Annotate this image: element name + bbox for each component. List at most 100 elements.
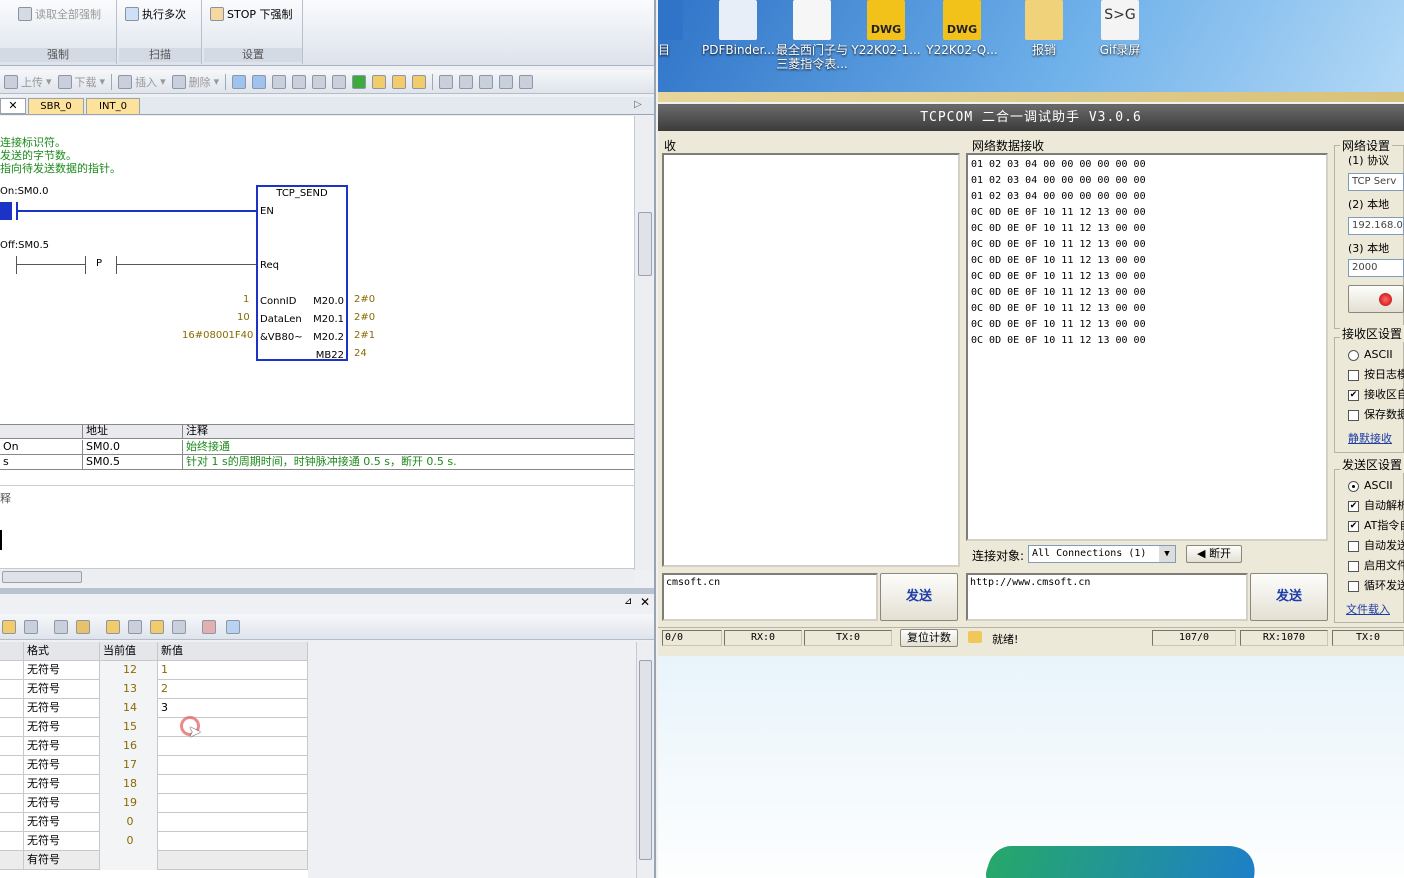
selected-contact[interactable] [0, 202, 12, 220]
chart-run-icon[interactable] [2, 620, 16, 634]
lock-icon[interactable] [372, 74, 387, 89]
reset-count-button[interactable]: 复位计数 [900, 629, 958, 647]
send-button[interactable]: 发送 [1250, 573, 1328, 621]
start-button[interactable] [1348, 285, 1404, 313]
tab-int0[interactable]: INT_0 [86, 98, 140, 114]
silent-recv-link[interactable]: 静默接收 [1348, 430, 1392, 446]
redo-icon[interactable] [312, 74, 327, 89]
symbol-address[interactable]: SM0.0 [82, 440, 182, 455]
format-cell[interactable]: 无符号 [24, 699, 100, 718]
read-force-icon[interactable] [172, 620, 186, 634]
symbol-address[interactable]: SM0.5 [82, 455, 182, 470]
new-value-cell[interactable] [158, 775, 308, 794]
scroll-thumb[interactable] [639, 660, 652, 860]
checkbox[interactable] [1348, 369, 1359, 381]
stop-force-button[interactable]: STOP 下强制 [210, 6, 293, 22]
connection-select[interactable]: All Connections (1) ▼ [1028, 545, 1176, 563]
recv-left-area[interactable] [662, 153, 960, 567]
editor-horizontal-scrollbar[interactable] [0, 568, 634, 584]
format-cell[interactable]: 有符号 [24, 851, 100, 870]
send-option[interactable]: 启用文件 [1348, 556, 1404, 576]
force-add-icon[interactable] [150, 620, 164, 634]
line-up-icon[interactable] [479, 74, 494, 89]
desktop-icon[interactable]: DWG Y22K02-1... [850, 0, 922, 57]
recv-option[interactable]: ✔ 接收区自 [1348, 385, 1404, 405]
checkbox[interactable] [1348, 560, 1359, 572]
desktop-icon[interactable]: 目 [658, 0, 700, 57]
pin-icon[interactable]: ⊿ [624, 596, 632, 607]
chart-vertical-scrollbar[interactable] [636, 642, 654, 878]
scroll-thumb[interactable] [2, 571, 82, 583]
close-tab-button[interactable]: ✕ [0, 98, 26, 114]
line-down-icon[interactable] [459, 74, 474, 89]
options-icon[interactable] [226, 620, 240, 634]
send-left-input[interactable]: cmsoft.cn [662, 573, 878, 621]
format-cell[interactable]: 无符号 [24, 832, 100, 851]
local-port-input[interactable]: 2000 [1348, 259, 1404, 277]
send-option[interactable]: ✔ 自动解析 [1348, 496, 1404, 516]
checkbox[interactable]: ✔ [1348, 500, 1359, 512]
desktop-icon[interactable]: 报销 [1008, 0, 1080, 57]
checkbox[interactable]: ✔ [1348, 389, 1359, 401]
radio-button[interactable] [1348, 480, 1359, 492]
send-left-button[interactable]: 发送 [880, 573, 958, 621]
desktop-icon[interactable]: 最全西门子与三菱指令表... [776, 0, 848, 71]
recv-option[interactable]: 按日志模 [1348, 365, 1404, 385]
format-cell[interactable]: 无符号 [24, 756, 100, 775]
new-value-cell[interactable] [158, 737, 308, 756]
new-value-cell[interactable] [158, 832, 308, 851]
close-icon[interactable]: ✕ [640, 595, 650, 609]
network-view-icon[interactable] [232, 74, 247, 89]
recv-area[interactable]: 01 02 03 04 00 00 00 00 00 00 01 02 03 04… [966, 153, 1328, 541]
format-cell[interactable]: 无符号 [24, 794, 100, 813]
insert-button[interactable]: 插入 ▾ [118, 74, 166, 90]
delete-button[interactable]: 删除 ▾ [171, 74, 219, 90]
contact-insert-icon[interactable] [519, 74, 534, 89]
checkbox[interactable]: ✔ [1348, 520, 1359, 532]
send-option[interactable]: ✔ AT指令自 [1348, 516, 1404, 536]
recv-option[interactable]: ASCII [1348, 345, 1404, 365]
force-icon[interactable] [412, 74, 427, 89]
tab-scroll-right-icon[interactable]: ▷ [634, 99, 642, 110]
unlock-icon[interactable] [128, 620, 142, 634]
local-ip-input[interactable]: 192.168.0.1 [1348, 217, 1404, 235]
checkbox[interactable] [1348, 540, 1359, 552]
chevron-down-icon[interactable]: ▼ [1159, 546, 1175, 562]
new-value-cell[interactable]: 3 [158, 699, 308, 718]
format-cell[interactable]: 无符号 [24, 813, 100, 832]
new-value-cell[interactable] [158, 851, 308, 870]
contact-icon[interactable] [272, 74, 287, 89]
unlock-icon[interactable] [392, 74, 407, 89]
checkbox[interactable] [1348, 580, 1359, 592]
network-view2-icon[interactable] [252, 74, 267, 89]
new-value-cell[interactable]: 1 [158, 661, 308, 680]
tab-sbr0[interactable]: SBR_0 [28, 98, 84, 114]
protocol-select[interactable]: TCP Serv [1348, 173, 1404, 191]
format-cell[interactable]: 无符号 [24, 737, 100, 756]
file-load-link[interactable]: 文件载入 [1346, 601, 1390, 617]
line-right-icon[interactable] [499, 74, 514, 89]
tcp-send-block[interactable]: TCP_SEND EN Req ConnID DataLen &VB80~ M2… [256, 185, 348, 361]
undo-icon[interactable] [292, 74, 307, 89]
upload-button[interactable]: 上传 ▾ [4, 74, 52, 90]
symbol-name[interactable]: s [0, 455, 82, 470]
format-cell[interactable]: 无符号 [24, 718, 100, 737]
format-cell[interactable]: 无符号 [24, 775, 100, 794]
glasses-icon[interactable] [54, 620, 68, 634]
trend-icon[interactable] [202, 620, 216, 634]
desktop-icon[interactable]: PDFBinder... [702, 0, 775, 57]
branch-icon[interactable] [439, 74, 454, 89]
checkbox[interactable] [1348, 409, 1359, 421]
recv-option[interactable]: 保存数据 [1348, 405, 1404, 425]
format-cell[interactable]: 无符号 [24, 661, 100, 680]
send-option[interactable]: 循环发送 [1348, 576, 1404, 596]
lock-icon[interactable] [106, 620, 120, 634]
editor-vertical-scrollbar[interactable] [634, 116, 654, 570]
new-value-cell[interactable] [158, 756, 308, 775]
read-all-force-button[interactable]: 读取全部强制 [18, 6, 101, 22]
new-value-cell[interactable] [158, 794, 308, 813]
symbol-name[interactable]: On [0, 440, 82, 455]
send-option[interactable]: ASCII [1348, 476, 1404, 496]
send-option[interactable]: 自动发送 [1348, 536, 1404, 556]
new-value-cell[interactable]: 2 [158, 680, 308, 699]
